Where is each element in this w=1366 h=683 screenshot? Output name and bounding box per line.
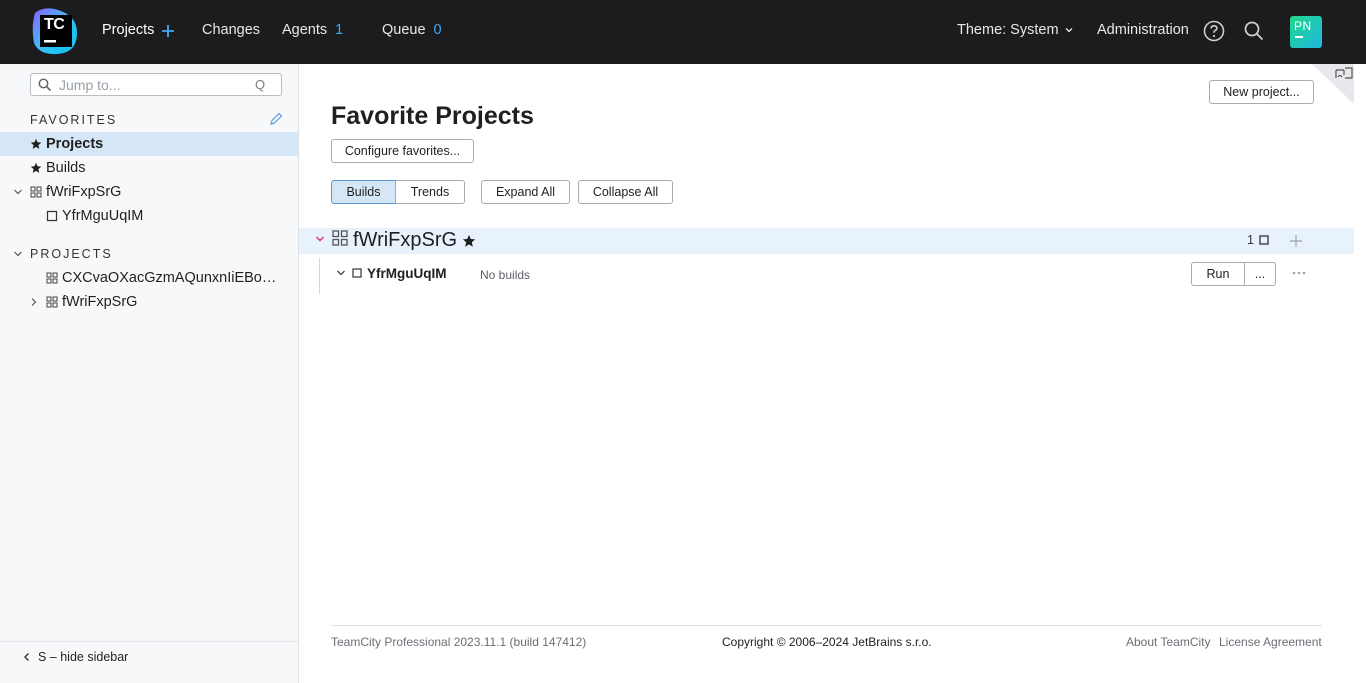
new-project-button[interactable]: New project... <box>1209 80 1314 104</box>
sidebar-item-label: fWriFxpSrG <box>62 294 138 310</box>
chevron-down-icon[interactable] <box>13 187 23 197</box>
top-navigation-bar: TC Projects Changes Agents 1 Queue 0 Theme… <box>0 0 1366 64</box>
star-icon <box>30 138 42 149</box>
footer-divider <box>331 625 1322 626</box>
sidebar-item-label: YfrMguUqIM <box>62 208 144 224</box>
search-icon <box>38 78 52 92</box>
project-row[interactable]: fWriFxpSrG <box>299 228 1354 254</box>
theme-label: Theme: System <box>957 22 1059 38</box>
build-config-name-link[interactable]: YfrMguUqIM <box>367 266 446 281</box>
chevron-down-icon <box>1065 28 1073 33</box>
nav-changes[interactable]: Changes <box>202 22 260 38</box>
nav-queue[interactable]: Queue 0 <box>382 22 442 38</box>
sidebar: Q FAVORITES Projects Builds fWriFxpSrG <box>0 64 299 683</box>
build-config-icon <box>46 210 58 222</box>
chevron-down-icon[interactable] <box>13 249 23 259</box>
run-button[interactable]: Run <box>1191 262 1245 286</box>
avatar-underline <box>1295 36 1303 38</box>
theme-selector[interactable]: Theme: System <box>957 22 1073 38</box>
avatar[interactable]: PN <box>1290 16 1322 48</box>
logo-text: TC <box>44 16 65 33</box>
nav-agents[interactable]: Agents 1 <box>282 22 343 38</box>
hide-sidebar-button[interactable]: S – hide sidebar <box>22 650 128 664</box>
build-config-icon <box>1259 235 1270 245</box>
projects-section-label: PROJECTS <box>30 247 113 261</box>
footer-version: TeamCity Professional 2023.11.1 (build 1… <box>331 635 587 649</box>
search-icon[interactable] <box>1242 19 1266 43</box>
star-icon <box>30 162 42 173</box>
chevron-down-icon[interactable] <box>336 268 346 278</box>
sidebar-item-label: fWriFxpSrG <box>46 184 122 200</box>
project-icon <box>46 296 58 308</box>
plus-icon[interactable] <box>160 23 176 39</box>
sidebar-item-favorite-builds[interactable]: Builds <box>0 156 298 180</box>
sidebar-item-favorite-build-config[interactable]: YfrMguUqIM <box>0 204 298 228</box>
favorites-section-label: FAVORITES <box>30 113 118 127</box>
agents-count-badge: 1 <box>335 22 344 38</box>
new-ui-toggle-corner[interactable] <box>1312 64 1354 104</box>
chevron-left-icon <box>24 653 29 661</box>
project-name-link[interactable]: fWriFxpSrG <box>353 229 457 252</box>
search-input[interactable] <box>59 76 249 93</box>
sidebar-item-project[interactable]: fWriFxpSrG <box>0 290 298 314</box>
sidebar-item-label: Projects <box>46 136 104 152</box>
chevron-right-icon[interactable] <box>29 297 39 307</box>
tab-builds[interactable]: Builds <box>331 180 396 204</box>
expand-all-button[interactable]: Expand All <box>481 180 570 204</box>
jump-to-search[interactable]: Q <box>30 73 282 96</box>
configure-favorites-button[interactable]: Configure favorites... <box>331 139 474 163</box>
build-config-count: 1 <box>1247 233 1270 247</box>
avatar-initials: PN <box>1294 19 1312 33</box>
nav-queue-label: Queue <box>382 22 426 38</box>
sidebar-item-project[interactable]: CXCvaOXacGzmAQunxnIiEBoW… <box>0 266 298 290</box>
run-custom-button[interactable]: ... <box>1244 262 1276 286</box>
project-icon <box>46 272 58 284</box>
project-icon <box>30 186 42 198</box>
chevron-down-icon[interactable] <box>315 234 325 244</box>
footer-license-link[interactable]: License Agreement <box>1219 635 1322 649</box>
build-config-icon <box>352 268 362 278</box>
build-config-count-value: 1 <box>1247 233 1254 247</box>
nav-projects[interactable]: Projects <box>102 22 154 38</box>
footer-copyright[interactable]: Copyright © 2006–2024 JetBrains s.r.o. <box>722 635 932 649</box>
page-title: Favorite Projects <box>331 102 534 130</box>
plus-icon[interactable] <box>1289 234 1303 248</box>
project-icon <box>332 230 348 246</box>
tab-trends[interactable]: Trends <box>395 180 465 204</box>
build-status-text: No builds <box>480 268 531 282</box>
sidebar-item-label: CXCvaOXacGzmAQunxnIiEBoW… <box>62 270 284 286</box>
sidebar-item-favorite-projects[interactable]: Projects <box>0 132 298 156</box>
sidebar-item-favorite-project[interactable]: fWriFxpSrG <box>0 180 298 204</box>
search-shortcut-hint: Q <box>255 77 266 92</box>
pencil-icon[interactable] <box>268 111 284 127</box>
hide-sidebar-label: S – hide sidebar <box>38 650 129 664</box>
nav-agents-label: Agents <box>282 22 328 38</box>
more-options-icon[interactable] <box>1291 266 1307 282</box>
sidebar-item-label: Builds <box>46 160 86 176</box>
collapse-all-button[interactable]: Collapse All <box>578 180 673 204</box>
star-icon[interactable] <box>462 234 476 248</box>
tree-indent-line <box>319 258 320 294</box>
nav-administration[interactable]: Administration <box>1097 22 1189 38</box>
help-icon[interactable] <box>1202 19 1226 43</box>
queue-count-badge: 0 <box>433 22 442 38</box>
footer-about-link[interactable]: About TeamCity <box>1126 635 1211 649</box>
divider <box>0 641 298 642</box>
